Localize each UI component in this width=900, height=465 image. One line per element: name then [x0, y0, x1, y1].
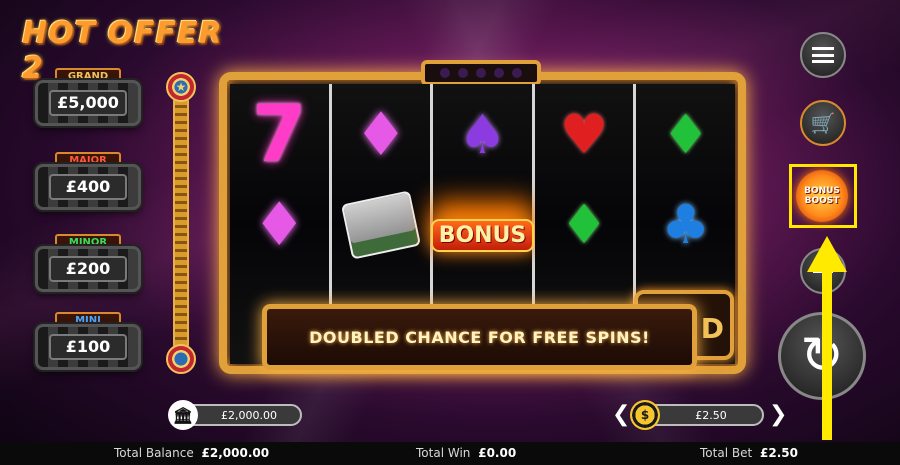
- symbol-gem: ♦: [353, 100, 408, 170]
- bet-increase-chevron-icon[interactable]: ❯: [769, 402, 787, 427]
- symbol-diamond: ♦: [661, 103, 710, 166]
- symbol-spade: ♠: [458, 103, 507, 166]
- cart-icon: 🛒: [810, 111, 836, 135]
- jackpot-minor: MINOR £200: [35, 234, 141, 294]
- message-banner: DOUBLED CHANCE FOR FREE SPINS!: [262, 304, 697, 370]
- footer-bar: Total Balance £2,000.00 Total Win £0.00 …: [0, 442, 900, 465]
- chip-icon: [166, 344, 196, 374]
- boost-label-line2: BOOST: [804, 196, 840, 206]
- wild-letter: D: [700, 312, 724, 345]
- frame-lights: [421, 60, 541, 86]
- bonus-progress-tower: ★: [166, 72, 196, 374]
- message-text: DOUBLED CHANCE FOR FREE SPINS!: [309, 327, 650, 347]
- symbol-gem: ♦: [252, 190, 307, 260]
- boost-label-line1: BONUS: [804, 186, 840, 196]
- jackpot-value: £100: [49, 334, 127, 360]
- total-balance: Total Balance £2,000.00: [114, 446, 270, 460]
- bonus-boost-button[interactable]: BONUS BOOST: [796, 170, 848, 222]
- symbol-seven: 7: [252, 90, 307, 180]
- total-win: Total Win £0.00: [416, 446, 517, 460]
- buy-feature-button[interactable]: 🛒: [800, 100, 846, 146]
- jackpot-mini: MINI £100: [35, 312, 141, 372]
- jackpot-value: £400: [49, 174, 127, 200]
- symbol-club: ♣: [661, 193, 710, 256]
- tutorial-arrow-icon: [807, 236, 847, 272]
- game-logo: HOT OFFER 2: [22, 16, 223, 86]
- bank-icon: 🏛: [168, 400, 198, 430]
- total-bet: Total Bet £2.50: [700, 446, 798, 460]
- hamburger-icon: [812, 47, 834, 63]
- symbol-heart: ♥: [559, 103, 609, 166]
- menu-button[interactable]: [800, 32, 846, 78]
- tutorial-arrow-shaft: [822, 268, 832, 440]
- jackpot-value: £200: [49, 256, 127, 282]
- bet-decrease-chevron-icon[interactable]: ❮: [612, 402, 630, 427]
- balance-pill: 🏛 £2,000.00: [168, 400, 302, 430]
- symbol-money-case: [332, 182, 431, 268]
- jackpot-value: £5,000: [49, 90, 127, 116]
- jackpot-major: MAJOR £400: [35, 152, 141, 212]
- star-chip-icon: ★: [166, 72, 196, 102]
- bet-pill: $ £2.50: [630, 400, 764, 430]
- jackpot-grand: GRAND £5,000: [35, 68, 141, 128]
- balance-value: £2,000.00: [221, 408, 277, 422]
- progress-bar: [173, 98, 189, 348]
- symbol-diamond: ♦: [559, 193, 609, 256]
- total-win-value: £0.00: [478, 446, 517, 460]
- symbol-bonus: BONUS: [430, 192, 535, 278]
- bet-value: £2.50: [695, 408, 727, 422]
- total-balance-value: £2,000.00: [201, 446, 270, 460]
- coin-icon: $: [630, 400, 660, 430]
- total-bet-value: £2.50: [760, 446, 798, 460]
